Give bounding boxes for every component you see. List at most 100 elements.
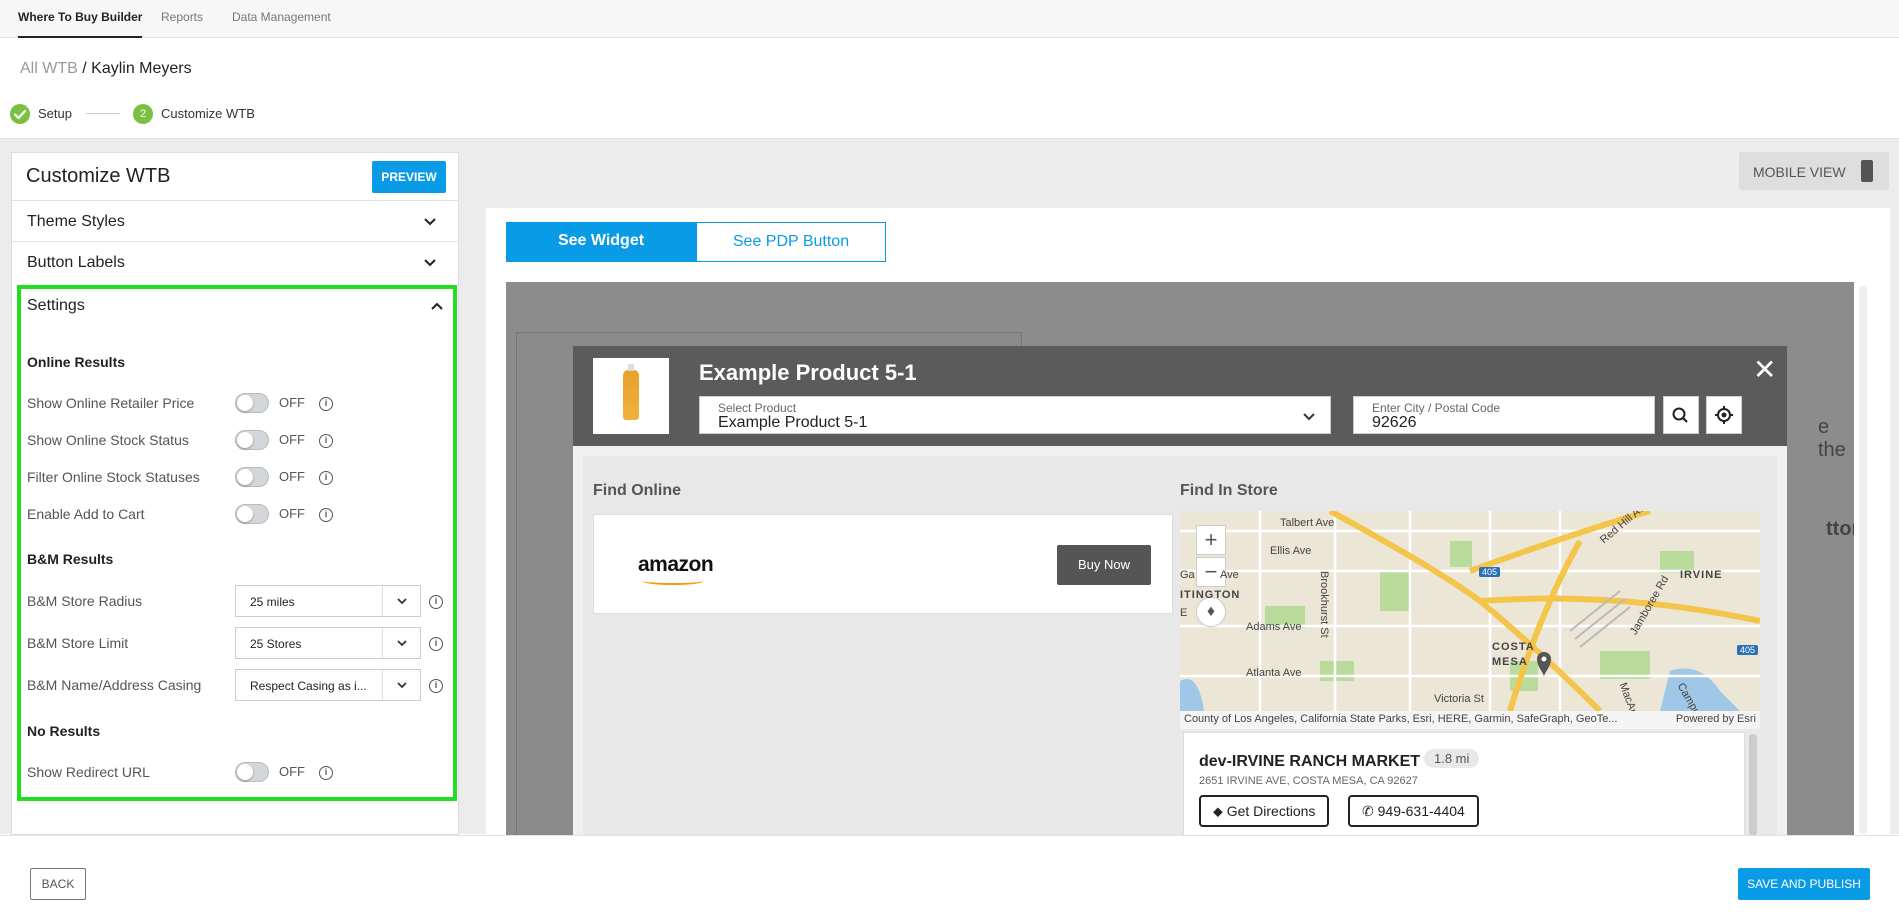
compass-icon[interactable]: ♦ [1196, 597, 1226, 627]
map-label: E [1180, 607, 1188, 619]
buy-now-button[interactable]: Buy Now [1057, 545, 1151, 585]
info-icon[interactable]: i [429, 595, 443, 609]
get-directions-button[interactable]: ⬥ Get Directions [1199, 795, 1330, 827]
store-map[interactable]: + − ♦ Talbert Ave Ellis Ave Ga Ave ITINGTON E… [1180, 511, 1760, 711]
map-label: ITINGTON [1180, 589, 1241, 601]
store-list-scrollbar[interactable] [1749, 734, 1757, 836]
preview-scrollbar[interactable] [1859, 286, 1867, 834]
locate-button[interactable] [1706, 396, 1742, 434]
widget-body: Find Online amazon Buy Now Find In Store [583, 456, 1777, 836]
map-attribution: County of Los Angeles, California State … [1180, 711, 1760, 729]
product-title: Example Product 5-1 [699, 360, 917, 385]
online-results-title: Online Results [27, 354, 126, 370]
breadcrumb-separator: / [82, 60, 87, 77]
tab-see-pdp-button[interactable]: See PDP Button [696, 222, 886, 262]
select-product-dropdown[interactable]: Select Product Example Product 5-1 [699, 396, 1331, 434]
map-graphic [1180, 511, 1760, 711]
field-label: Select Product [718, 401, 797, 415]
stock-status-toggle[interactable] [235, 430, 269, 450]
breadcrumb-root[interactable]: All WTB [20, 60, 78, 77]
setting-label: Filter Online Stock Statuses [27, 469, 200, 485]
find-in-store-title: Find In Store [1180, 482, 1278, 499]
map-label: Atlanta Ave [1246, 667, 1302, 679]
step-customize-label: Customize WTB [161, 106, 255, 121]
zoom-in-button[interactable]: + [1196, 525, 1226, 555]
phone-number: 949-631-4404 [1377, 803, 1465, 819]
bm-results-title: B&M Results [27, 551, 114, 567]
setting-label: Show Redirect URL [27, 764, 150, 780]
phone-icon: ✆ [1362, 803, 1374, 819]
background-text: tton [1826, 518, 1854, 540]
name-casing-select[interactable]: Respect Casing as i... [235, 669, 421, 701]
accordion-button-labels[interactable]: Button Labels [12, 241, 458, 282]
chevron-down-icon [424, 259, 436, 267]
stepper-connector [86, 113, 120, 114]
accordion-settings-label[interactable]: Settings [27, 297, 85, 315]
save-and-publish-button[interactable]: SAVE AND PUBLISH [1738, 868, 1870, 900]
map-label: Brookhurst St [1318, 571, 1330, 638]
field-value: Example Product 5-1 [718, 414, 868, 431]
store-radius-select[interactable]: 25 miles [235, 585, 421, 617]
phone-button[interactable]: ✆ 949-631-4404 [1348, 795, 1479, 827]
store-name: dev-IRVINE RANCH MARKET [1199, 753, 1421, 770]
chevron-up-icon[interactable] [429, 299, 445, 315]
info-icon[interactable]: i [319, 766, 333, 780]
retailer-card: amazon Buy Now [593, 514, 1173, 614]
select-value: 25 Stores [250, 637, 302, 651]
chevron-down-icon [397, 640, 407, 647]
wtb-widget: Example Product 5-1 ✕ Select Product Exa… [573, 346, 1787, 836]
amazon-smile-icon [642, 577, 704, 585]
tab-where-to-buy-builder[interactable]: Where To Buy Builder [18, 0, 143, 38]
field-label: Enter City / Postal Code [1372, 401, 1501, 415]
no-results-title: No Results [27, 723, 101, 739]
info-icon[interactable]: i [429, 637, 443, 651]
store-result[interactable]: dev-IRVINE RANCH MARKET 1.8 mi 2651 IRVI… [1183, 732, 1745, 836]
map-label: COSTA [1492, 641, 1535, 653]
select-value: Respect Casing as i... [250, 679, 367, 693]
map-label: IRVINE [1680, 569, 1723, 581]
step-setup-label: Setup [38, 106, 72, 121]
retailer-price-toggle[interactable] [235, 393, 269, 413]
customize-panel: Customize WTB PREVIEW Theme Styles Butto… [11, 152, 459, 835]
mobile-view-button[interactable]: MOBILE VIEW [1739, 152, 1889, 190]
accordion-label: Button Labels [27, 254, 125, 271]
bottle-image [623, 364, 639, 420]
footer: BACK SAVE AND PUBLISH [0, 835, 1899, 915]
search-icon [1672, 407, 1688, 423]
product-thumbnail [593, 358, 669, 434]
info-icon[interactable]: i [319, 434, 333, 448]
directions-label: Get Directions [1226, 803, 1316, 819]
amazon-logo: amazon [638, 553, 714, 576]
info-icon[interactable]: i [319, 397, 333, 411]
accordion-theme-styles[interactable]: Theme Styles [12, 200, 458, 241]
preview-button[interactable]: PREVIEW [372, 161, 446, 193]
check-icon [10, 104, 30, 124]
setting-label: B&M Name/Address Casing [27, 677, 202, 693]
breadcrumb-current: Kaylin Meyers [91, 60, 192, 77]
attribution-text: County of Los Angeles, California State … [1184, 713, 1618, 725]
add-to-cart-toggle[interactable] [235, 504, 269, 524]
store-limit-select[interactable]: 25 Stores [235, 627, 421, 659]
map-label: Ga [1180, 569, 1195, 581]
tab-data-management[interactable]: Data Management [232, 0, 331, 38]
map-label: Victoria St [1434, 693, 1484, 705]
redirect-url-toggle[interactable] [235, 762, 269, 782]
location-input[interactable]: Enter City / Postal Code 92626 [1353, 396, 1655, 434]
panel-title: Customize WTB [26, 165, 171, 187]
phone-icon [1861, 160, 1873, 182]
setting-label: B&M Store Radius [27, 593, 143, 609]
info-icon[interactable]: i [319, 508, 333, 522]
chevron-down-icon [1303, 413, 1315, 421]
info-icon[interactable]: i [429, 679, 443, 693]
close-icon[interactable]: ✕ [1753, 356, 1776, 384]
search-button[interactable] [1663, 396, 1699, 434]
toggle-state: OFF [279, 506, 305, 521]
powered-by-text: Powered by Esri [1675, 713, 1756, 725]
store-address: 2651 IRVINE AVE, COSTA MESA, CA 92627 [1199, 775, 1418, 787]
select-value: 25 miles [250, 595, 295, 609]
info-icon[interactable]: i [319, 471, 333, 485]
tab-see-widget[interactable]: See Widget [506, 222, 696, 262]
back-button[interactable]: BACK [30, 868, 86, 900]
filter-stock-toggle[interactable] [235, 467, 269, 487]
tab-reports[interactable]: Reports [161, 0, 203, 38]
